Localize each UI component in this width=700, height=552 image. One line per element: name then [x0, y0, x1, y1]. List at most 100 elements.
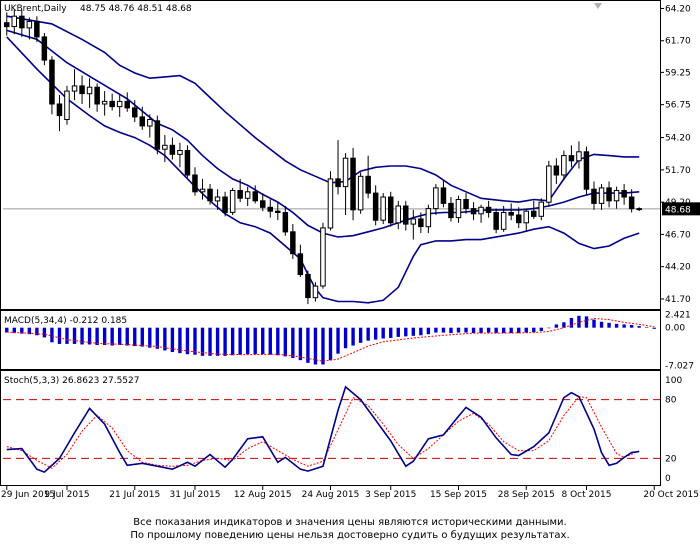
price-axis: 64.2061.7059.2556.7554.2051.7049.2046.70… [660, 4, 691, 305]
candle-bullish [26, 20, 33, 29]
time-tick-label: 20 Oct 2015 [643, 490, 699, 500]
price-tick-label: 44.20 [665, 263, 691, 273]
current-price-label: 48.68 [665, 205, 691, 215]
candle-bearish [297, 253, 304, 276]
candle-bullish [64, 90, 70, 120]
candle-bullish [312, 285, 319, 299]
price-tick-label: 41.70 [665, 295, 691, 305]
candle-bearish [275, 210, 281, 213]
candle-bearish [260, 200, 266, 208]
candle-bearish [621, 190, 627, 198]
candle-bearish [305, 273, 311, 299]
time-tick-label: 31 Jul 2015 [170, 490, 221, 500]
candle-bearish [154, 120, 161, 150]
candle-bearish [4, 22, 10, 28]
candle-bearish [237, 190, 243, 199]
time-tick-label: 24 Aug 2015 [302, 490, 360, 500]
price-panel-ohlc: 48.75 48.76 48.51 48.68 [80, 4, 192, 14]
price-panel-frame [0, 0, 661, 310]
price-tick-label: 51.70 [665, 166, 691, 176]
chart-shift-icon[interactable] [594, 3, 602, 9]
candle-bullish [101, 100, 108, 105]
candle-bearish [132, 107, 138, 118]
candle-bullish [598, 187, 605, 204]
stoch-tick-label: 0 [665, 474, 671, 484]
candle-bullish [433, 187, 439, 210]
candle-bearish [207, 188, 213, 202]
candle-bearish [493, 212, 499, 230]
time-tick-label: 28 Sep 2015 [498, 490, 555, 500]
candle-bearish [531, 210, 537, 217]
candle-bullish [546, 165, 552, 203]
candle-bullish [244, 191, 251, 199]
candle-bearish [403, 205, 409, 225]
stoch-tick-label: 100 [665, 376, 682, 386]
candle-bearish [350, 157, 356, 211]
candle-bearish [470, 208, 477, 215]
candle-bullish [71, 85, 78, 92]
candle-bullish [410, 218, 417, 225]
price-tick-label: 46.70 [665, 230, 691, 240]
candle-bearish [568, 155, 575, 162]
candle-bullish [342, 157, 349, 188]
price-tick-label: 61.70 [665, 37, 691, 47]
candle-bearish [335, 178, 341, 188]
candle-bullish [177, 150, 183, 155]
candle-bearish [124, 100, 130, 109]
price-plot [3, 9, 660, 305]
candle-bearish [267, 206, 273, 212]
disclaimer-line-1: Все показания индикаторов и значения цен… [133, 517, 567, 528]
candle-bearish [169, 144, 176, 155]
macd-tick-label: -7.027 [665, 362, 694, 372]
stoch-plot [3, 385, 660, 474]
price-panel-symbol: UKBrent,Daily [4, 4, 67, 14]
candle-bullish [523, 210, 529, 224]
candle-bearish [628, 196, 635, 210]
candle-bearish [508, 212, 514, 216]
candle-bearish [516, 214, 522, 224]
stoch-tick-label: 80 [665, 396, 677, 406]
candle-bullish [86, 86, 93, 95]
candle-bullish [320, 227, 326, 287]
candle-bullish [478, 206, 484, 215]
candle-bullish [455, 199, 462, 219]
candle-bullish [500, 212, 507, 230]
candle-bearish [388, 196, 394, 224]
candle-bullish [162, 144, 168, 150]
candle-bearish [440, 187, 447, 204]
time-tick-label: 9 Jul 2015 [44, 490, 89, 500]
candle-bullish [11, 15, 17, 28]
price-tick-label: 64.20 [665, 4, 691, 14]
candle-bearish [290, 231, 296, 255]
candle-bullish [327, 178, 334, 229]
candle-bearish [636, 208, 642, 211]
candle-bearish [139, 116, 145, 127]
candle-bullish [147, 119, 153, 127]
disclaimer-line-2: По прошлому поведению цены нельзя достов… [130, 530, 570, 541]
candle-bearish [56, 103, 63, 117]
time-tick-label: 21 Jul 2015 [109, 490, 160, 500]
candle-bullish [116, 100, 123, 108]
candle-bearish [79, 85, 85, 95]
candle-bearish [34, 20, 40, 38]
macd-tick-label: 0.00 [665, 324, 685, 334]
current-price-marker: 48.68 [662, 202, 700, 216]
candle-bearish [485, 206, 492, 214]
candle-bearish [109, 100, 115, 108]
candle-bullish [576, 151, 582, 162]
candle-bearish [192, 174, 198, 193]
candle-bearish [372, 192, 379, 221]
candle-bullish [613, 190, 620, 202]
time-tick-label: 15 Sep 2015 [430, 490, 487, 500]
stoch-panel-title: Stoch(5,3,3) 26.8623 27.5527 [4, 376, 139, 386]
stoch-panel-frame [0, 370, 661, 486]
candle-bearish [463, 199, 469, 209]
stoch-signal-line [6, 396, 640, 469]
time-tick-label: 12 Aug 2015 [234, 490, 292, 500]
candle-bearish [94, 86, 100, 105]
candle-bullish [357, 175, 364, 211]
candle-bearish [252, 191, 258, 202]
price-tick-label: 56.75 [665, 101, 691, 111]
price-tick-label: 59.25 [665, 68, 691, 78]
macd-axis: 2.421 0.00 -7.027 [665, 311, 694, 372]
